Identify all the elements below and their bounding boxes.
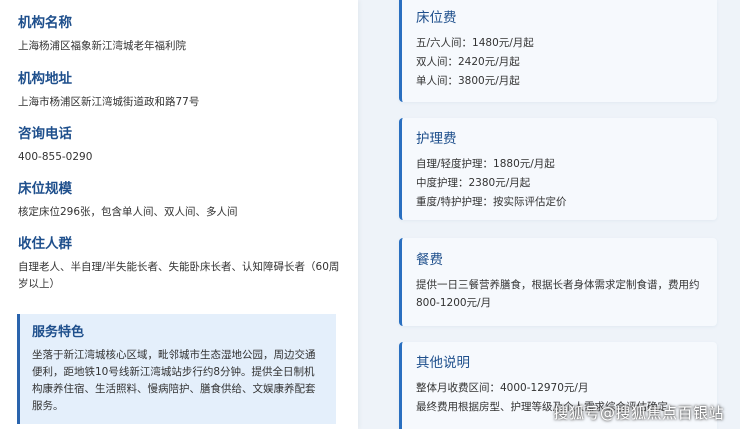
info-name-text: 上海杨浦区福象新江湾城老年福利院	[18, 40, 186, 52]
institution-info-panel: 机构名称 上海杨浦区福象新江湾城老年福利院 机构地址 上海市杨浦区新江湾城街道政…	[0, 0, 358, 429]
service-features-text: 坐落于新江湾城核心区域，毗邻城市生态湿地公园，周边交通便利，距地铁10号线新江湾…	[32, 349, 316, 412]
service-features-box: 服务特色 坐落于新江湾城核心区域，毗邻城市生态湿地公园，周边交通便利，距地铁10…	[17, 314, 336, 424]
info-beds-section: 床位规模 核定床位296张，包含单人间、双人间、多人间	[18, 180, 348, 221]
info-phone-text: 400-855-0290	[18, 151, 93, 163]
info-name-section: 机构名称 上海杨浦区福象新江湾城老年福利院	[18, 14, 348, 55]
info-name-title: 机构名称	[18, 15, 72, 31]
bed-fee-title: 床位费	[416, 10, 457, 26]
info-phone-section: 咨询电话 400-855-0290	[18, 125, 348, 166]
other-notes-line-1: 整体月收费区间：4000-12970元/月	[416, 382, 589, 394]
watermark-text: 搜狐号@搜狐焦点百银站	[553, 404, 724, 422]
meal-fee-card: 餐费 提供一日三餐营养膳食，根据长者身体需求定制食谱，费用约800-1200元/…	[399, 238, 717, 326]
meal-fee-title: 餐费	[416, 252, 443, 268]
bed-fee-line-3: 单人间：3800元/月起	[416, 75, 520, 87]
fees-panel: 床位费 五/六人间：1480元/月起 双人间：2420元/月起 单人间：3800…	[358, 0, 740, 429]
info-residents-section: 收住人群 自理老人、半自理/半失能长者、失能卧床长者、认知障碍长者（60周岁以上…	[18, 235, 348, 293]
bed-fee-line-1: 五/六人间：1480元/月起	[416, 37, 534, 49]
care-fee-line-3: 重度/特护护理：按实际评估定价	[416, 196, 567, 208]
care-fee-line-1: 自理/轻度护理：1880元/月起	[416, 158, 555, 170]
info-beds-text: 核定床位296张，包含单人间、双人间、多人间	[18, 206, 238, 218]
service-features-title: 服务特色	[32, 325, 85, 340]
info-residents-text: 自理老人、半自理/半失能长者、失能卧床长者、认知障碍长者（60周岁以上）	[18, 261, 340, 290]
other-notes-title: 其他说明	[416, 355, 470, 371]
bed-fee-card: 床位费 五/六人间：1480元/月起 双人间：2420元/月起 单人间：3800…	[399, 0, 717, 102]
care-fee-title: 护理费	[416, 131, 457, 147]
meal-fee-line-1: 提供一日三餐营养膳食，根据长者身体需求定制食谱，费用约800-1200元/月	[416, 279, 700, 309]
info-address-title: 机构地址	[18, 71, 72, 87]
info-address-text: 上海市杨浦区新江湾城街道政和路77号	[18, 96, 200, 108]
info-phone-title: 咨询电话	[18, 126, 72, 142]
info-address-section: 机构地址 上海市杨浦区新江湾城街道政和路77号	[18, 70, 348, 111]
info-beds-title: 床位规模	[18, 181, 72, 197]
info-residents-title: 收住人群	[18, 236, 72, 252]
care-fee-card: 护理费 自理/轻度护理：1880元/月起 中度护理：2380元/月起 重度/特护…	[399, 118, 717, 220]
bed-fee-line-2: 双人间：2420元/月起	[416, 56, 520, 68]
care-fee-line-2: 中度护理：2380元/月起	[416, 177, 531, 189]
